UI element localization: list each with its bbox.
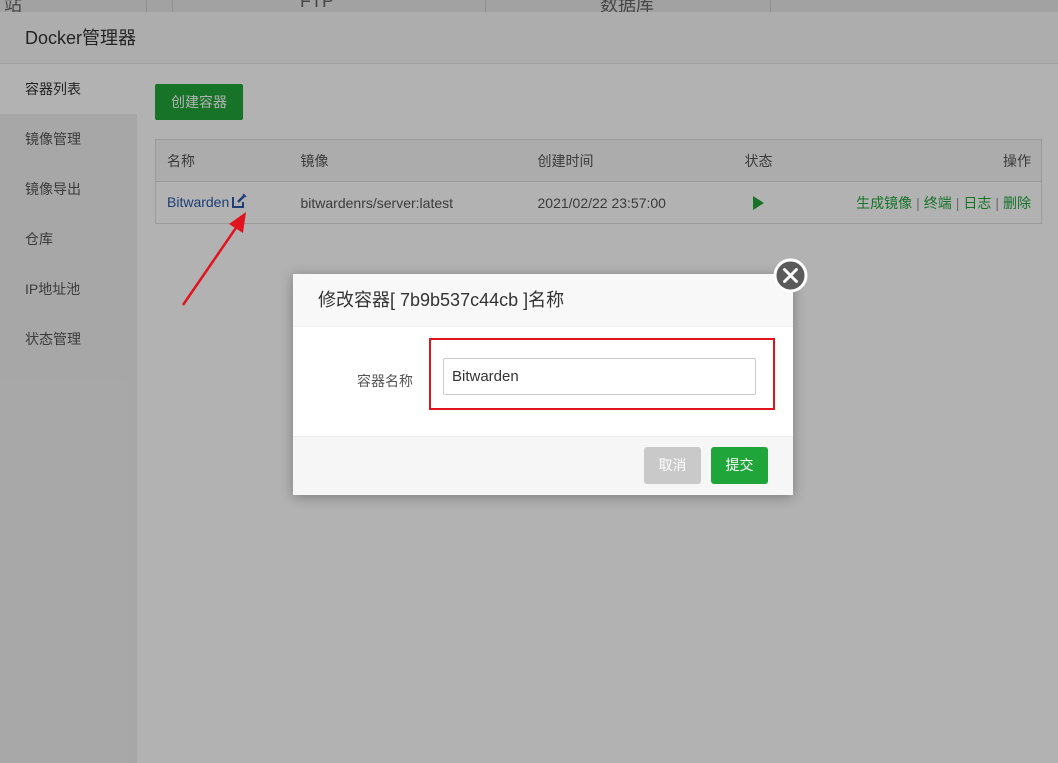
dialog-footer: 取消 提交 xyxy=(293,436,793,495)
dialog-title: 修改容器[ 7b9b537c44cb ]名称 xyxy=(293,274,793,327)
container-name-label: 容器名称 xyxy=(357,373,413,389)
container-name-input[interactable] xyxy=(443,358,756,395)
dialog-body: 容器名称 xyxy=(293,327,793,436)
rename-container-dialog: 修改容器[ 7b9b537c44cb ]名称 容器名称 取消 提交 xyxy=(293,274,793,495)
close-icon[interactable] xyxy=(773,258,808,293)
cancel-button[interactable]: 取消 xyxy=(644,447,701,484)
submit-button[interactable]: 提交 xyxy=(711,447,768,484)
